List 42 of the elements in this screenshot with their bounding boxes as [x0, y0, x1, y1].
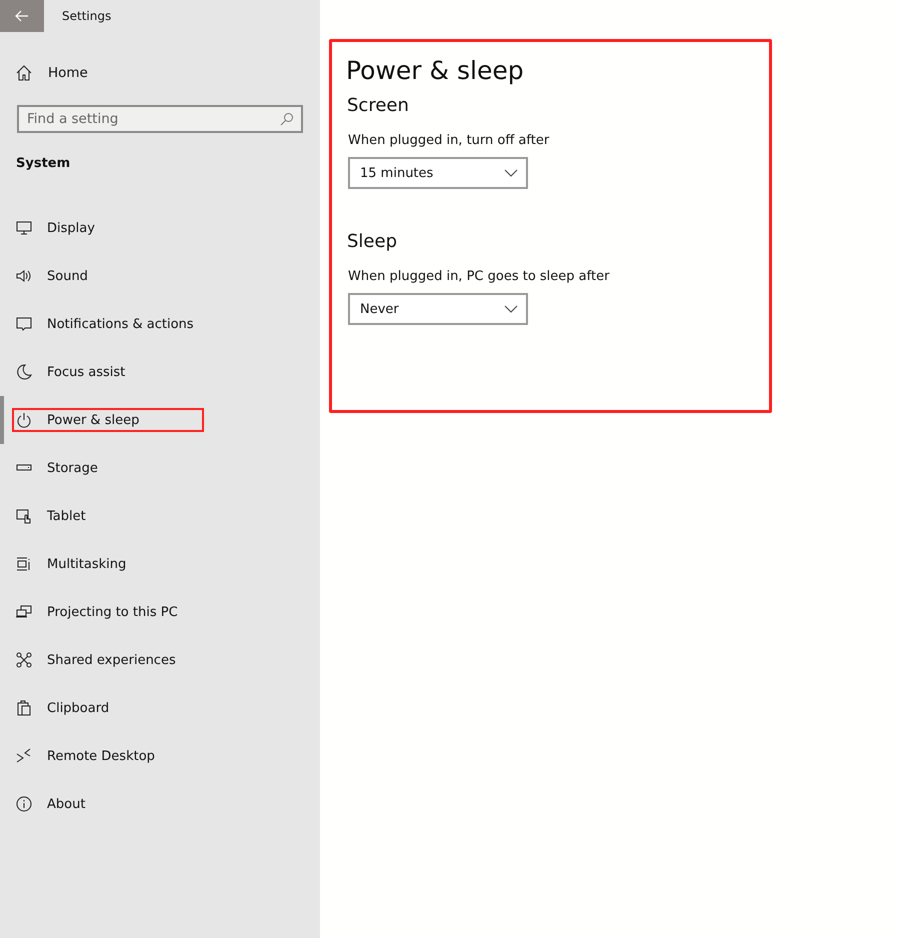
home-icon [16, 65, 32, 81]
sidebar-item[interactable]: Tablet [0, 492, 216, 540]
sidebar-item[interactable]: Focus assist [0, 348, 216, 396]
sidebar-item[interactable]: Storage [0, 444, 216, 492]
dropdown-label: When plugged in, turn off after [348, 133, 550, 148]
dropdown-label: When plugged in, PC goes to sleep after [348, 269, 610, 284]
back-button[interactable] [0, 0, 44, 32]
sidebar-item[interactable]: Sound [0, 252, 216, 300]
window-title: Settings [62, 9, 112, 23]
page-title: Power & sleep [346, 56, 525, 85]
section-heading: Screen [347, 95, 410, 116]
moon-icon [16, 364, 32, 380]
sidebar-item[interactable]: Notifications & actions [0, 300, 216, 348]
clipboard-icon [16, 700, 32, 716]
home-link[interactable]: Home [16, 57, 88, 89]
multitasking-icon [16, 556, 32, 572]
section-heading: Sleep [347, 231, 398, 252]
chevron-down-icon [504, 305, 518, 313]
sidebar-item[interactable]: Display [0, 204, 216, 252]
sidebar-item[interactable]: Projecting to this PC [0, 588, 216, 636]
tablet-icon [16, 508, 32, 524]
dropdown[interactable]: 15 minutes [348, 157, 528, 189]
search-icon [280, 112, 294, 126]
chevron-down-icon [504, 169, 518, 177]
sidebar-item[interactable]: Clipboard [0, 684, 216, 732]
remote-icon [16, 748, 32, 764]
projector-icon [16, 604, 32, 620]
sidebar-item[interactable]: Power & sleep [0, 396, 216, 444]
dropdown[interactable]: Never [348, 293, 528, 325]
speech-bubble-icon [16, 316, 32, 332]
network-icon [16, 652, 32, 668]
power-icon [16, 412, 32, 428]
section-heading: System [16, 156, 72, 171]
sidebar-item[interactable]: Remote Desktop [0, 732, 216, 780]
sidebar-item[interactable]: About [0, 780, 216, 828]
sidebar-item[interactable]: Multitasking [0, 540, 216, 588]
speaker-icon [16, 268, 32, 284]
monitor-icon [16, 220, 32, 236]
info-icon [16, 796, 32, 812]
sidebar-item[interactable]: Shared experiences [0, 636, 216, 684]
back-arrow-icon [14, 8, 30, 24]
search-field[interactable]: Find a setting [17, 105, 303, 133]
